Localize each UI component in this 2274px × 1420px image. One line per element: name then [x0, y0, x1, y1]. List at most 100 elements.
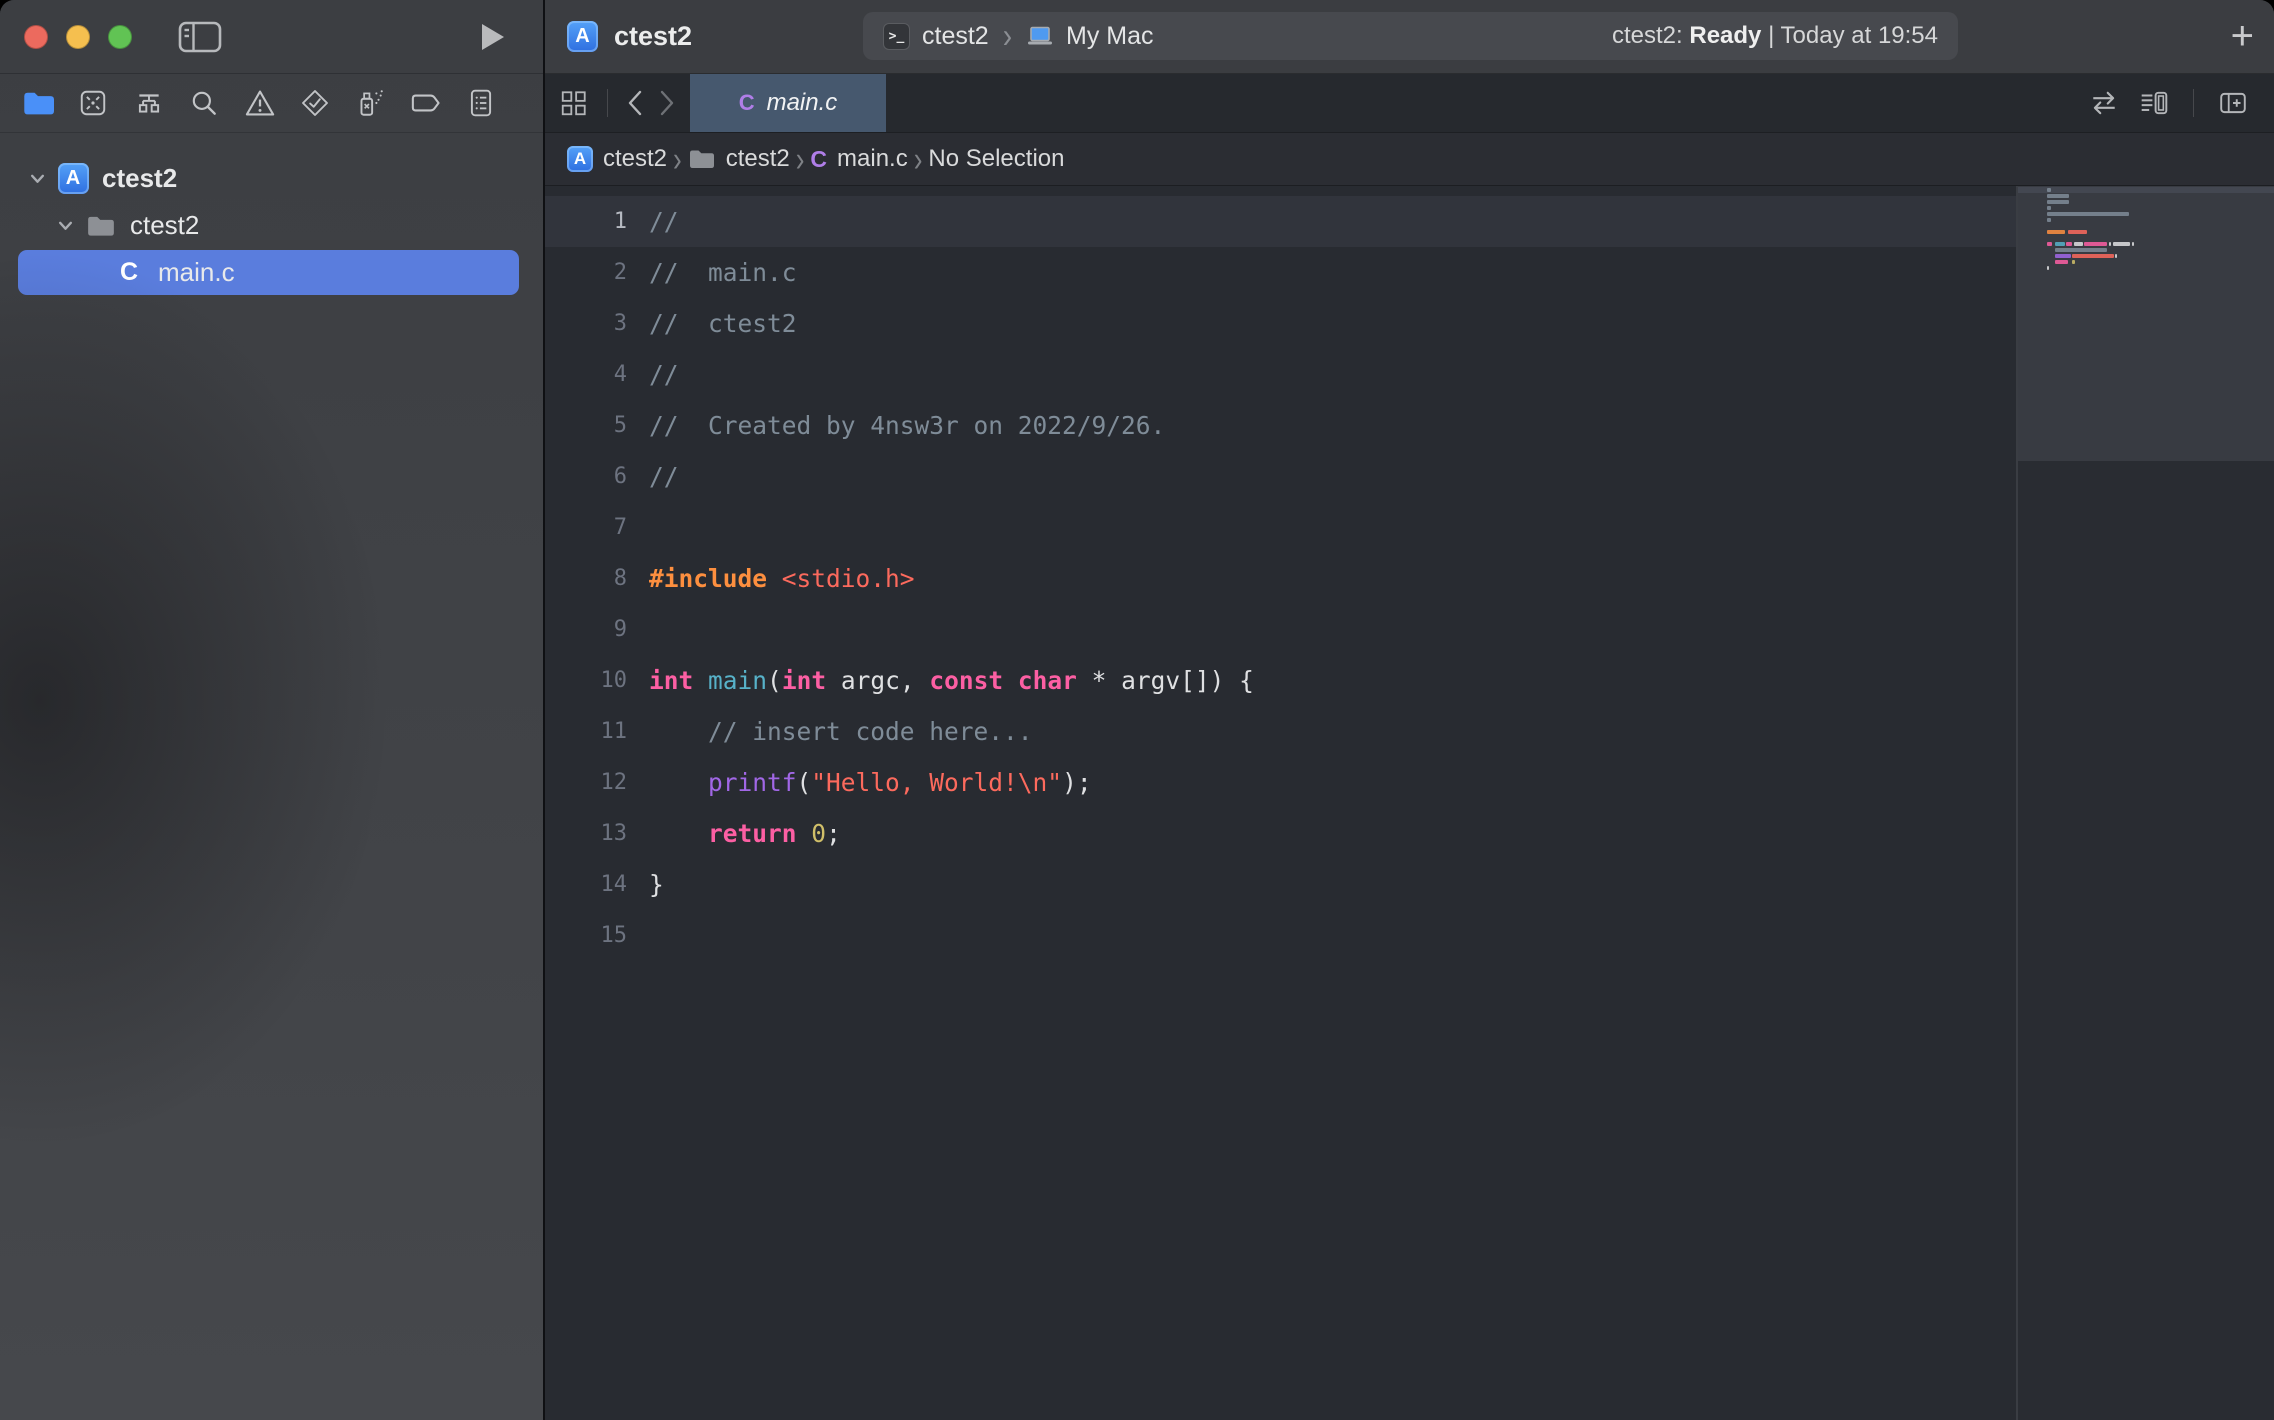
- chevron-right-icon: ›: [673, 138, 682, 180]
- window-controls: [24, 25, 132, 49]
- disclosure-chevron-icon[interactable]: [52, 220, 78, 231]
- breadcrumb-file[interactable]: C main.c: [810, 145, 907, 173]
- project-navigator-icon[interactable]: [16, 81, 60, 125]
- code-text: printf("Hello, World!\n");: [649, 768, 1092, 797]
- code-text: //: [649, 360, 679, 389]
- project-file-tree: Actest2ctest2Cmain.c: [0, 133, 543, 296]
- app-icon: A: [567, 146, 593, 172]
- related-items-icon[interactable]: [559, 88, 589, 118]
- line-number[interactable]: 9: [545, 617, 627, 642]
- library-plus-button[interactable]: +: [2231, 0, 2254, 73]
- line-number[interactable]: 14: [545, 872, 627, 897]
- code-line-4[interactable]: 4 //: [545, 349, 2016, 400]
- code-text: // ctest2: [649, 309, 797, 338]
- line-number[interactable]: 6: [545, 464, 627, 489]
- divider: [607, 89, 608, 117]
- disclosure-chevron-icon[interactable]: [24, 173, 50, 184]
- code-line-11[interactable]: 11 // insert code here...: [545, 706, 2016, 757]
- code-line-10[interactable]: 10 int main(int argc, const char * argv[]…: [545, 655, 2016, 706]
- line-number[interactable]: 11: [545, 719, 627, 744]
- code-text: // main.c: [649, 258, 797, 287]
- run-button[interactable]: [481, 0, 505, 73]
- line-number[interactable]: 12: [545, 770, 627, 795]
- code-line-9[interactable]: 9: [545, 604, 2016, 655]
- scheme-name[interactable]: ctest2: [922, 22, 989, 51]
- tree-row-ctest2[interactable]: ctest2: [0, 202, 543, 249]
- code-line-1[interactable]: 1//: [545, 196, 2016, 247]
- sidebar-titlebar: [0, 0, 543, 74]
- editor-options-icon[interactable]: [2139, 89, 2169, 117]
- minimap-line: [2018, 271, 2274, 277]
- tree-row-ctest2[interactable]: Actest2: [0, 155, 543, 202]
- line-number[interactable]: 2: [545, 260, 627, 285]
- chevron-right-icon: ›: [1001, 16, 1014, 56]
- scheme-destination[interactable]: My Mac: [1066, 22, 1154, 51]
- toggle-sidebar-icon[interactable]: [178, 20, 222, 54]
- folder-icon: [86, 214, 116, 238]
- tree-item-label: ctest2: [102, 163, 177, 194]
- build-status[interactable]: ctest2: Ready | Today at 19:54: [1612, 22, 1938, 50]
- breadcrumb-group[interactable]: ctest2: [688, 145, 790, 173]
- folder-icon: [688, 148, 716, 170]
- zoom-button[interactable]: [108, 25, 132, 49]
- code-line-5[interactable]: 5 // Created by 4nsw3r on 2022/9/26.: [545, 400, 2016, 451]
- code-line-2[interactable]: 2 // main.c: [545, 247, 2016, 298]
- line-number[interactable]: 15: [545, 923, 627, 948]
- line-number[interactable]: 1: [545, 209, 627, 234]
- tree-row-main.c[interactable]: Cmain.c: [0, 249, 543, 296]
- editor-body: 1// 2 // main.c 3 // ctest2 4 // 5 // Created by…: [545, 186, 2274, 1420]
- source-control-navigator-icon[interactable]: [71, 81, 115, 125]
- jump-bar: A ctest2 › ctest2 › C main.c › No Select…: [545, 133, 2274, 186]
- code-line-8[interactable]: 8#include <stdio.h>: [545, 553, 2016, 604]
- source-editor[interactable]: 1// 2 // main.c 3 // ctest2 4 // 5 // Created by…: [545, 186, 2016, 1420]
- test-navigator-icon[interactable]: [293, 81, 337, 125]
- go-forward-icon[interactable]: [658, 89, 676, 117]
- window-title-group: A ctest2: [567, 0, 692, 73]
- c-file-icon: C: [739, 90, 755, 116]
- report-navigator-icon[interactable]: [459, 81, 503, 125]
- code-text: int main(int argc, const char * argv[]) …: [649, 666, 1254, 695]
- code-line-6[interactable]: 6//: [545, 451, 2016, 502]
- debug-navigator-icon[interactable]: [348, 81, 392, 125]
- editor-pane: A ctest2 >_ ctest2 › My Mac ctest2: Read…: [545, 0, 2274, 1420]
- issue-navigator-icon[interactable]: [238, 81, 282, 125]
- line-number[interactable]: 3: [545, 311, 627, 336]
- symbol-navigator-icon[interactable]: [127, 81, 171, 125]
- xcode-window: Actest2ctest2Cmain.c A ctest2 >_ ctest2 …: [0, 0, 2274, 1420]
- line-number[interactable]: 4: [545, 362, 627, 387]
- line-number[interactable]: 7: [545, 515, 627, 540]
- line-number[interactable]: 8: [545, 566, 627, 591]
- close-button[interactable]: [24, 25, 48, 49]
- breadcrumb-selection[interactable]: No Selection: [928, 145, 1064, 173]
- tree-item-label: main.c: [158, 257, 235, 288]
- breakpoint-navigator-icon[interactable]: [404, 81, 448, 125]
- code-text: // Created by 4nsw3r on 2022/9/26.: [649, 411, 1165, 440]
- line-number[interactable]: 13: [545, 821, 627, 846]
- tab-main-c[interactable]: C main.c: [690, 74, 886, 132]
- code-line-12[interactable]: 12 printf("Hello, World!\n");: [545, 757, 2016, 808]
- breadcrumb-project[interactable]: A ctest2: [567, 145, 667, 173]
- code-line-3[interactable]: 3 // ctest2: [545, 298, 2016, 349]
- go-back-icon[interactable]: [626, 89, 644, 117]
- code-line-14[interactable]: 14}: [545, 859, 2016, 910]
- window-title: ctest2: [614, 21, 692, 52]
- project-app-icon: A: [58, 163, 89, 194]
- find-navigator-icon[interactable]: [182, 81, 226, 125]
- code-text: // insert code here...: [649, 717, 1033, 746]
- code-line-15[interactable]: 15: [545, 910, 2016, 961]
- code-text: }: [649, 870, 664, 899]
- code-review-icon[interactable]: [2089, 89, 2119, 117]
- add-editor-icon[interactable]: [2218, 89, 2248, 117]
- code-line-13[interactable]: 13 return 0;: [545, 808, 2016, 859]
- scheme-selector[interactable]: >_ ctest2 › My Mac: [883, 20, 1154, 52]
- tab-label: main.c: [767, 89, 838, 117]
- tab-bar-left-controls: [545, 74, 676, 132]
- tab-bar-right-controls: [2089, 74, 2274, 132]
- minimap[interactable]: [2018, 186, 2274, 1420]
- code-line-7[interactable]: 7: [545, 502, 2016, 553]
- chevron-right-icon: ›: [796, 138, 805, 180]
- minimize-button[interactable]: [66, 25, 90, 49]
- line-number[interactable]: 10: [545, 668, 627, 693]
- activity-bar: >_ ctest2 › My Mac ctest2: Ready | Today…: [863, 12, 1958, 60]
- line-number[interactable]: 5: [545, 413, 627, 438]
